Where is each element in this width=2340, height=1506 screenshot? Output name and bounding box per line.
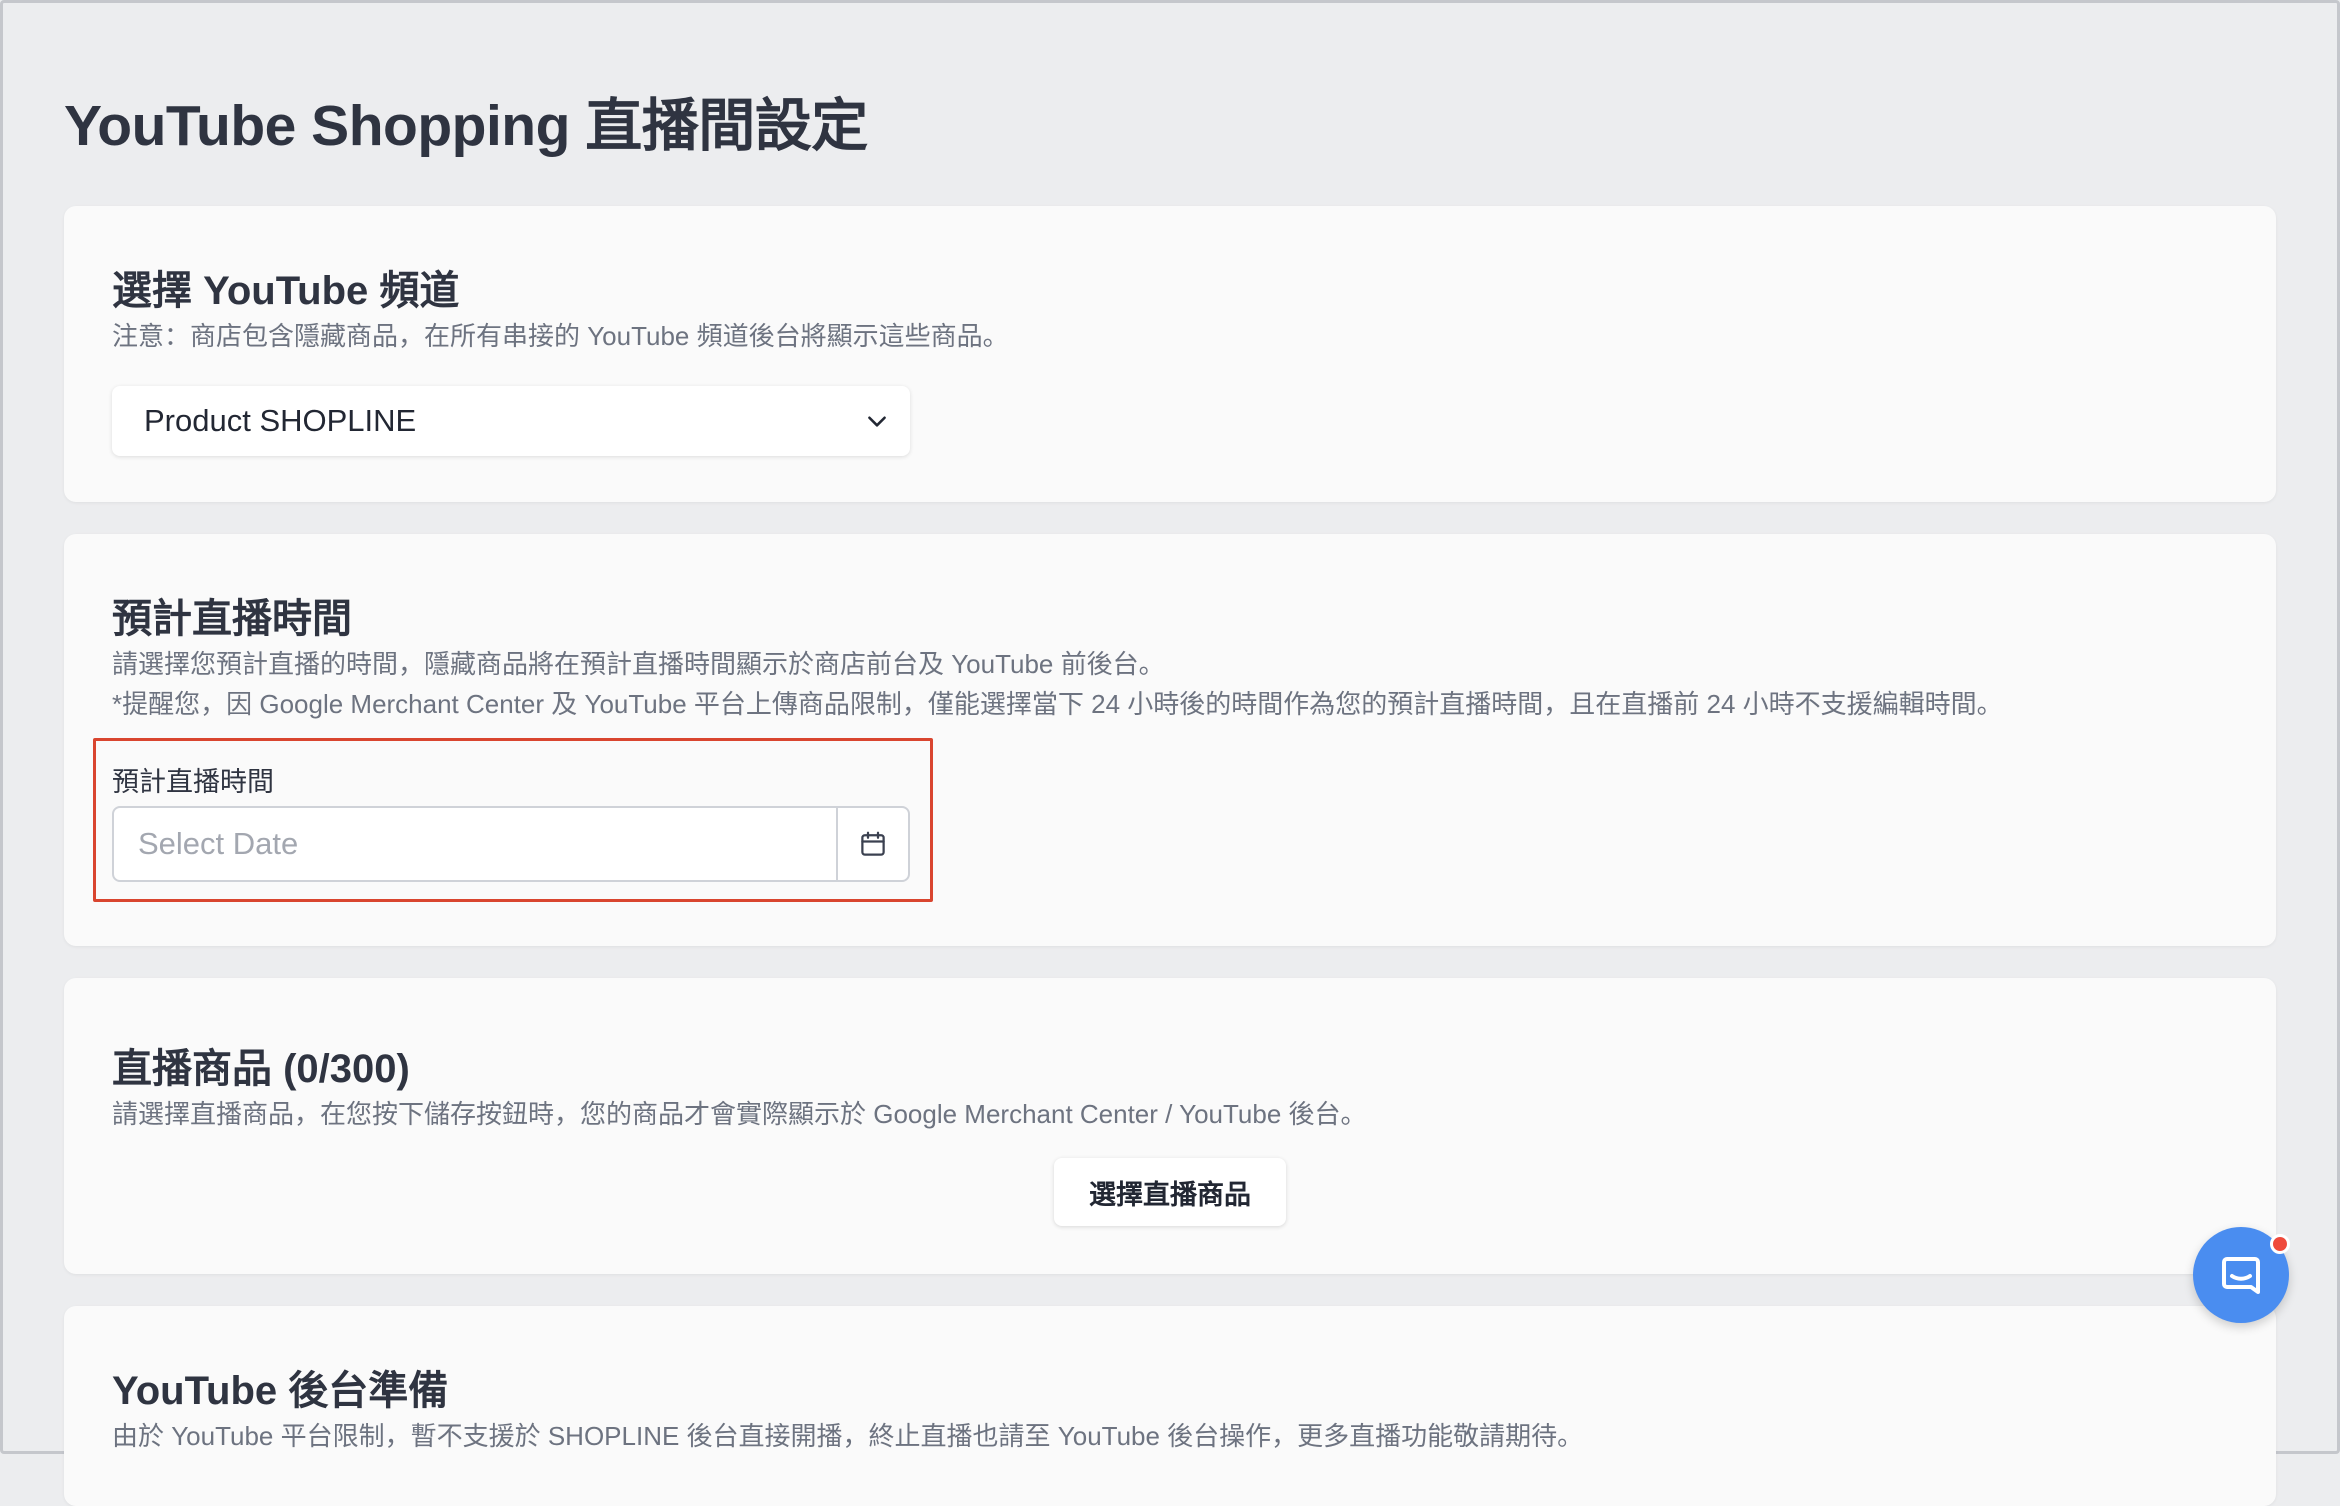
select-products-button[interactable]: 選擇直播商品	[1054, 1158, 1286, 1226]
schedule-card: 預計直播時間 請選擇您預計直播的時間，隱藏商品將在預計直播時間顯示於商店前台及 …	[64, 534, 2276, 946]
products-card: 直播商品 (0/300) 請選擇直播商品，在您按下儲存按鈕時，您的商品才會實際顯…	[64, 978, 2276, 1274]
calendar-icon	[861, 831, 885, 856]
channel-select[interactable]: Product SHOPLINE	[112, 386, 910, 456]
schedule-field-label: 預計直播時間	[112, 767, 274, 797]
channel-card-title: 選擇 YouTube 頻道	[112, 269, 460, 313]
products-card-description: 請選擇直播商品，在您按下儲存按鈕時，您的商品才會實際顯示於 Google Mer…	[112, 1099, 1367, 1129]
schedule-card-description: 請選擇您預計直播的時間，隱藏商品將在預計直播時間顯示於商店前台及 YouTube…	[112, 649, 1165, 679]
schedule-card-reminder: *提醒您，因 Google Merchant Center 及 YouTube …	[112, 689, 2003, 719]
date-picker[interactable]	[112, 806, 910, 882]
page-title: YouTube Shopping 直播間設定	[64, 94, 868, 158]
products-card-title: 直播商品 (0/300)	[112, 1047, 410, 1091]
backend-card-title: YouTube 後台準備	[112, 1369, 449, 1413]
channel-select-value: Product SHOPLINE	[144, 403, 417, 438]
backend-card: YouTube 後台準備 由於 YouTube 平台限制，暫不支援於 SHOPL…	[64, 1306, 2276, 1506]
chevron-down-icon	[868, 416, 886, 427]
schedule-card-title: 預計直播時間	[112, 597, 352, 641]
calendar-button[interactable]	[836, 808, 908, 880]
date-input-field[interactable]	[114, 808, 836, 880]
chat-bubble-icon	[2222, 1257, 2260, 1294]
channel-card-note: 注意：商店包含隱藏商品，在所有串接的 YouTube 頻道後台將顯示這些商品。	[112, 321, 1009, 351]
backend-card-description: 由於 YouTube 平台限制，暫不支援於 SHOPLINE 後台直接開播，終止…	[112, 1421, 1584, 1451]
channel-card: 選擇 YouTube 頻道 注意：商店包含隱藏商品，在所有串接的 YouTube…	[64, 206, 2276, 502]
notification-dot	[2270, 1234, 2290, 1254]
